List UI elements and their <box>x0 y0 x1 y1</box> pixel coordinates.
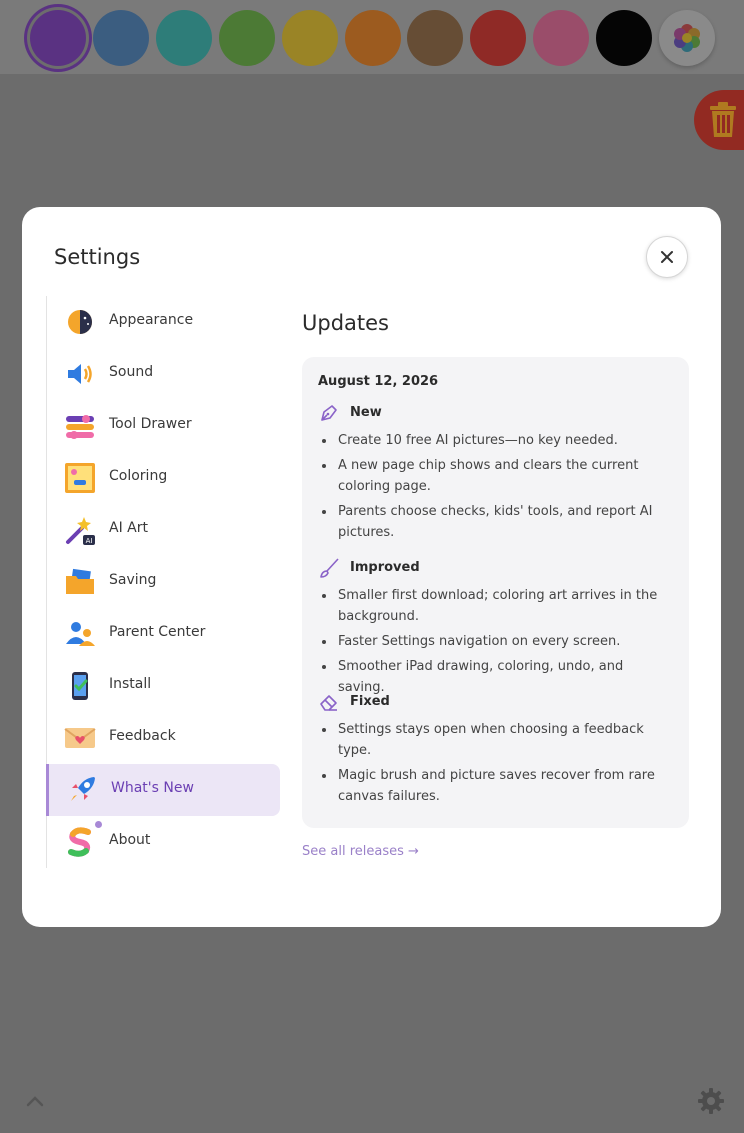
release-date: August 12, 2026 <box>318 374 439 389</box>
trash-icon <box>710 102 736 137</box>
hexagon-palette-icon <box>674 24 700 52</box>
settings-nav: Appearance Sound Tool Drawer Coloring AI… <box>46 296 280 868</box>
swatch-blue[interactable] <box>93 10 149 66</box>
section-title-new: New <box>350 405 382 420</box>
toggles-icon <box>66 415 94 439</box>
settings-dialog: Settings Appearance Sound Tool Drawer Co… <box>22 207 721 927</box>
list-item: Magic brush and picture saves recover fr… <box>322 765 672 807</box>
swatch-black[interactable] <box>596 10 652 66</box>
nav-label-about: About <box>109 832 151 848</box>
nav-label-sound: Sound <box>109 364 154 380</box>
dialog-title: Settings <box>54 245 141 269</box>
nav-label-whats-new: What's New <box>111 780 194 796</box>
folder-icon <box>66 568 94 594</box>
swatch-yellow[interactable] <box>282 10 338 66</box>
list-item-text: Settings stays open when choosing a feed… <box>338 722 644 758</box>
release-card: August 12, 2026 New Create 10 free AI pi… <box>302 357 689 828</box>
swatch-teal[interactable] <box>156 10 212 66</box>
see-all-releases-link[interactable]: See all releases → <box>302 844 419 859</box>
swatch-purple[interactable] <box>30 10 86 66</box>
close-icon <box>661 251 673 263</box>
sun-moon-icon <box>68 310 92 334</box>
gear-icon[interactable] <box>697 1087 725 1115</box>
nav-item-appearance[interactable]: Appearance <box>47 296 278 348</box>
section-title-fixed: Fixed <box>350 694 390 709</box>
list-item-text: Smaller first download; coloring art arr… <box>338 588 658 624</box>
nav-label-appearance: Appearance <box>109 312 194 328</box>
nav-label-coloring: Coloring <box>109 468 168 484</box>
list-item-text: Create 10 free AI pictures—no key needed… <box>338 433 618 448</box>
swatch-multicolor[interactable] <box>659 10 715 66</box>
nav-item-tool-drawer[interactable]: Tool Drawer <box>47 400 278 452</box>
list-item: A new page chip shows and clears the cur… <box>322 455 672 497</box>
magic-wand-icon: AI <box>66 517 95 545</box>
picture-frame-icon <box>65 463 95 493</box>
nav-item-saving[interactable]: Saving <box>47 556 278 608</box>
list-item: Smaller first download; coloring art arr… <box>322 585 672 627</box>
phone-check-icon <box>72 672 88 700</box>
nav-label-parent-center: Parent Center <box>109 624 206 640</box>
list-item: Parents choose checks, kids' tools, and … <box>322 501 672 543</box>
list-item: Create 10 free AI pictures—no key needed… <box>322 430 672 451</box>
updates-title: Updates <box>302 311 389 335</box>
nav-item-install[interactable]: Install <box>47 660 278 712</box>
nav-label-ai-art: AI Art <box>109 520 148 536</box>
envelope-heart-icon <box>64 728 96 748</box>
swatch-orange[interactable] <box>345 10 401 66</box>
clear-trash-button[interactable] <box>694 90 744 150</box>
brush-icon <box>320 558 339 578</box>
pen-nib-icon <box>321 405 337 421</box>
chevron-up-icon[interactable] <box>24 1090 46 1112</box>
rocket-icon <box>71 777 95 801</box>
eraser-icon <box>320 695 337 711</box>
list-item: Smoother iPad drawing, coloring, undo, a… <box>322 656 672 698</box>
nav-item-feedback[interactable]: Feedback <box>47 712 278 764</box>
speaker-icon <box>68 364 92 384</box>
color-palette-bar <box>0 0 744 74</box>
close-button[interactable] <box>646 236 688 278</box>
nav-item-about[interactable]: About <box>47 816 278 868</box>
swatch-red[interactable] <box>470 10 526 66</box>
nav-item-whats-new[interactable]: What's New <box>46 764 280 816</box>
nav-item-ai-art[interactable]: AI AI Art <box>47 504 278 556</box>
list-item-text: Faster Settings navigation on every scre… <box>338 634 621 649</box>
list-item: Settings stays open when choosing a feed… <box>322 719 672 761</box>
list-item: Faster Settings navigation on every scre… <box>322 631 672 652</box>
nav-item-coloring[interactable]: Coloring <box>47 452 278 504</box>
nav-label-install: Install <box>109 676 152 692</box>
nav-item-sound[interactable]: Sound <box>47 348 278 400</box>
swatch-green[interactable] <box>219 10 275 66</box>
svg-text:AI: AI <box>86 537 93 545</box>
notification-dot <box>95 821 102 828</box>
nav-label-feedback: Feedback <box>109 728 176 744</box>
list-item-text: Magic brush and picture saves recover fr… <box>338 768 655 804</box>
rainbow-s-icon <box>68 827 91 857</box>
nav-item-parent-center[interactable]: Parent Center <box>47 608 278 660</box>
swatch-brown[interactable] <box>407 10 463 66</box>
list-item-text: Smoother iPad drawing, coloring, undo, a… <box>338 659 624 695</box>
section-title-improved: Improved <box>350 560 420 575</box>
parents-icon <box>66 622 95 646</box>
list-item-text: Parents choose checks, kids' tools, and … <box>338 504 653 540</box>
list-item-text: A new page chip shows and clears the cur… <box>338 458 639 494</box>
nav-label-saving: Saving <box>109 572 157 588</box>
swatch-pink[interactable] <box>533 10 589 66</box>
nav-label-tool-drawer: Tool Drawer <box>109 416 192 432</box>
